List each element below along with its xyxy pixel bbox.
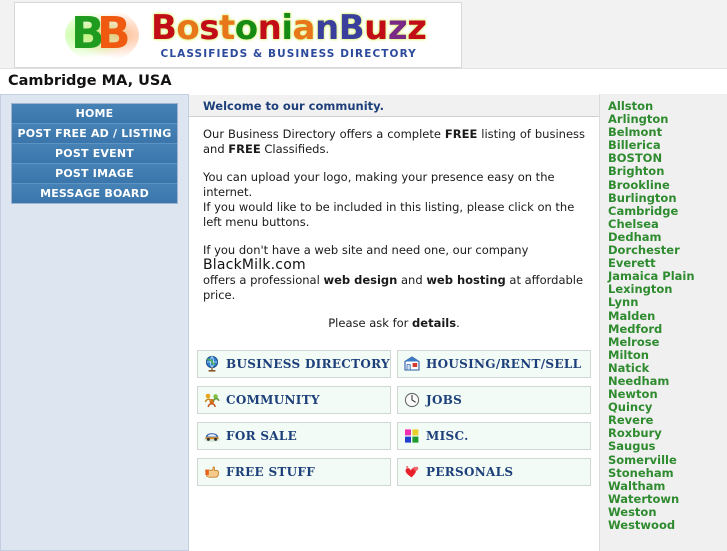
p1-end: Classifieds. <box>260 142 330 156</box>
category-business-directory[interactable]: BUSINESS DIRECTORY <box>197 350 391 378</box>
sidebar-item-post-free-ad[interactable]: POST FREE AD / LISTING <box>12 124 177 144</box>
city-link-malden[interactable]: Malden <box>608 309 727 323</box>
city-link-burlington[interactable]: Burlington <box>608 191 727 205</box>
site-header: B B BostonianBuzz CLASSIFIEDS & BUSINESS… <box>0 0 727 69</box>
category-label: MISC. <box>426 429 469 443</box>
intro-text: Our Business Directory offers a complete… <box>189 117 599 348</box>
category-label: FREE STUFF <box>226 465 316 479</box>
sidebar-item-post-image[interactable]: POST IMAGE <box>12 164 177 184</box>
category-label: BUSINESS DIRECTORY <box>226 357 390 371</box>
main-content: Welcome to our community. Our Business D… <box>189 94 599 551</box>
sidebar-item-post-event[interactable]: POST EVENT <box>12 144 177 164</box>
intro-paragraph-2: You can upload your logo, making your pr… <box>203 170 585 230</box>
logo-wordmark: BostonianBuzz CLASSIFIEDS & BUSINESS DIR… <box>151 7 427 60</box>
details-link[interactable]: details <box>412 316 456 330</box>
city-link-lynn[interactable]: Lynn <box>608 296 727 309</box>
car-icon <box>204 433 220 442</box>
category-for-sale[interactable]: FOR SALE <box>197 422 391 450</box>
intro-paragraph-1: Our Business Directory offers a complete… <box>203 127 585 157</box>
globe-icon <box>205 355 219 372</box>
category-row-4: FREE STUFF PERSONALS <box>197 458 591 486</box>
page-title: Welcome to our community. <box>203 98 384 113</box>
category-community[interactable]: COMMUNITY <box>197 386 391 414</box>
city-link-westwood[interactable]: Westwood <box>608 518 727 532</box>
logo-letter-right: B <box>97 8 131 59</box>
city-link-chelsea[interactable]: Chelsea <box>608 217 727 231</box>
city-link-brookline[interactable]: Brookline <box>608 178 727 192</box>
city-sidebar: Allston Arlington Belmont Billerica BOST… <box>599 94 727 551</box>
bb-monogram-icon: B B <box>65 8 139 62</box>
category-grid: BUSINESS DIRECTORY HOUSING/RENT/SELL COM… <box>197 350 591 494</box>
p3-mid: offers a professional <box>203 273 324 287</box>
city-link-somerville[interactable]: Somerville <box>608 453 727 467</box>
category-label: FOR SALE <box>226 429 298 443</box>
category-label: COMMUNITY <box>226 393 320 407</box>
p1-free-2: FREE <box>228 142 261 156</box>
p4-end: . <box>456 316 460 330</box>
sidebar-item-message-board[interactable]: MESSAGE BOARD <box>12 184 177 203</box>
category-row-2: COMMUNITY JOBS <box>197 386 591 414</box>
p2-line-2: If you would like to be included in this… <box>203 200 575 229</box>
category-label: PERSONALS <box>426 465 514 479</box>
city-link-cambridge[interactable]: Cambridge <box>608 204 727 218</box>
city-link-saugus[interactable]: Saugus <box>608 440 727 453</box>
city-link-watertown[interactable]: Watertown <box>608 492 727 506</box>
color-squares-icon <box>405 429 419 443</box>
location-label: Cambridge MA, USA <box>0 69 727 94</box>
hearts-icon <box>405 465 419 478</box>
city-link-natick[interactable]: Natick <box>608 361 727 375</box>
category-housing-rent-sell[interactable]: HOUSING/RENT/SELL <box>397 350 591 378</box>
pointing-hand-icon <box>205 466 219 478</box>
page-body: HOME POST FREE AD / LISTING POST EVENT P… <box>0 94 727 551</box>
category-label: HOUSING/RENT/SELL <box>426 357 582 371</box>
city-link-waltham[interactable]: Waltham <box>608 479 727 493</box>
city-link-milton[interactable]: Milton <box>608 348 727 362</box>
welcome-header: Welcome to our community. <box>189 95 599 117</box>
p3-and: and <box>397 273 427 287</box>
category-free-stuff[interactable]: FREE STUFF <box>197 458 391 486</box>
category-row-3: FOR SALE MISC. <box>197 422 591 450</box>
category-jobs[interactable]: JOBS <box>397 386 591 414</box>
p3-web-hosting: web hosting <box>426 273 506 287</box>
p2-line-1: You can upload your logo, making your pr… <box>203 170 555 199</box>
intro-paragraph-4: Please ask for details. <box>203 316 585 331</box>
main-navigation: HOME POST FREE AD / LISTING POST EVENT P… <box>11 103 178 204</box>
clock-icon <box>404 392 420 408</box>
p3-web-design: web design <box>323 273 398 287</box>
intro-paragraph-3: If you don't have a web site and need on… <box>203 243 585 303</box>
p1-pre: Our Business Directory offers a complete <box>203 127 445 141</box>
logo-tagline: CLASSIFIEDS & BUSINESS DIRECTORY <box>160 47 417 60</box>
left-sidebar: HOME POST FREE AD / LISTING POST EVENT P… <box>0 94 189 551</box>
sidebar-item-home[interactable]: HOME <box>12 104 177 124</box>
logo-title: BostonianBuzz <box>151 7 427 48</box>
house-icon <box>404 356 420 371</box>
category-label: JOBS <box>426 393 463 407</box>
city-link-melrose[interactable]: Melrose <box>608 335 727 349</box>
blackmilk-brand[interactable]: BlackMilk.com <box>203 257 306 273</box>
people-icon <box>204 393 220 408</box>
city-link-medford[interactable]: Medford <box>608 322 727 336</box>
category-row-1: BUSINESS DIRECTORY HOUSING/RENT/SELL <box>197 350 591 378</box>
logo-banner[interactable]: B B BostonianBuzz CLASSIFIEDS & BUSINESS… <box>14 2 462 68</box>
p3-pre: If you don't have a web site and need on… <box>203 243 529 257</box>
city-link-brighton[interactable]: Brighton <box>608 165 727 178</box>
category-personals[interactable]: PERSONALS <box>397 458 591 486</box>
p1-free-1: FREE <box>444 127 478 141</box>
p4-pre: Please ask for <box>328 316 413 330</box>
city-link-stoneham[interactable]: Stoneham <box>608 466 727 480</box>
category-misc[interactable]: MISC. <box>397 422 591 450</box>
